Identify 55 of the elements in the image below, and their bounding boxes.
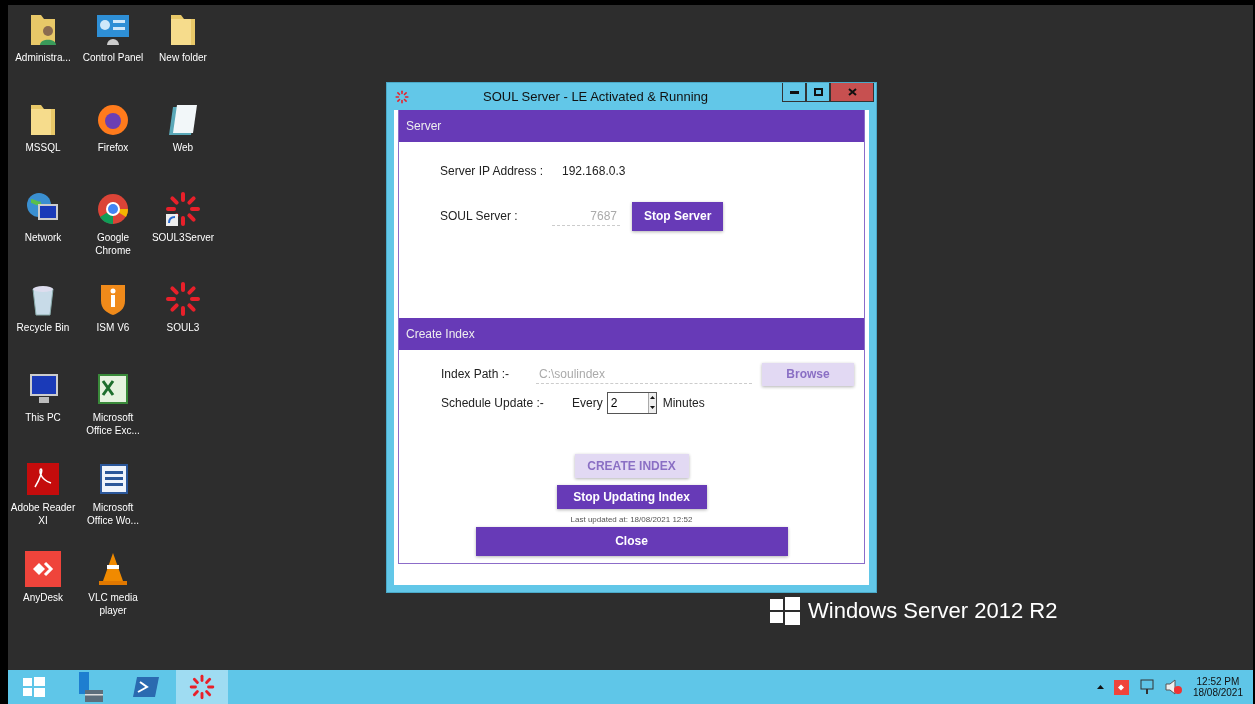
stop-server-button[interactable]: Stop Server	[632, 201, 724, 231]
maximize-button[interactable]	[806, 83, 830, 102]
desktop-icon-label[interactable]: AnyDesk	[9, 591, 77, 604]
down-caret-icon	[649, 406, 655, 410]
desktop-icon-label[interactable]: Adobe Reader XI	[9, 501, 77, 527]
window-title: SOUL Server - LE Activated & Running	[482, 89, 709, 104]
desktop-icon-label[interactable]: Network	[9, 231, 77, 244]
desktop-icon-label[interactable]: Firefox	[79, 141, 147, 154]
spin-down-button[interactable]	[648, 402, 656, 413]
desktop-icon-label[interactable]: ISM V6	[79, 321, 147, 334]
desktop-icon-label[interactable]: Microsoft Office Wo...	[79, 501, 147, 527]
windows-logo-icon	[770, 597, 800, 625]
ip-address-value: 192.168.0.3	[562, 163, 626, 178]
windows-logo-icon	[23, 677, 45, 697]
desktop-icon-label[interactable]: SOUL3Server	[149, 231, 217, 244]
close-icon	[847, 88, 857, 96]
field-label: Every	[572, 395, 603, 410]
section-header: Server	[399, 110, 864, 142]
terminal-prompt-icon	[133, 677, 159, 697]
maximize-icon	[813, 88, 823, 96]
unit-label: Minutes	[662, 395, 705, 410]
field-label: Schedule Update :-	[441, 395, 545, 410]
spinner-icon	[189, 674, 215, 700]
desktop-icon-label[interactable]: SOUL3	[149, 321, 217, 334]
close-window-button[interactable]	[830, 83, 874, 102]
desktop-icon-label[interactable]: Control Panel	[79, 51, 147, 64]
desktop-icon-label[interactable]: VLC media player	[79, 591, 147, 617]
spin-up-button[interactable]	[648, 392, 656, 403]
os-branding-text: Windows Server 2012 R2	[808, 598, 1058, 624]
desktop-icon-label[interactable]: New folder	[149, 51, 217, 64]
section-header: Create Index	[399, 318, 864, 350]
last-updated-text: Last updated at: 18/08/2021 12:52	[570, 514, 693, 524]
taskbar-button[interactable]	[176, 670, 228, 704]
diamond-tile-icon[interactable]	[1113, 679, 1129, 695]
field-label: SOUL Server :	[440, 209, 519, 223]
desktop-icon-label[interactable]: Google Chrome	[79, 231, 147, 257]
network-icon[interactable]	[1138, 679, 1155, 695]
clock[interactable]: 12:52 PM 18/08/2021	[1192, 676, 1243, 698]
stop-updating-index-button[interactable]: Stop Updating Index	[556, 484, 707, 509]
minimize-button[interactable]	[782, 83, 806, 102]
close-button[interactable]: Close	[475, 526, 788, 556]
spinner-icon	[395, 89, 409, 104]
desktop-icon-label[interactable]: MSSQL	[9, 141, 77, 154]
up-caret-icon[interactable]	[1096, 685, 1104, 689]
desktop-icon-label[interactable]: This PC	[9, 411, 77, 424]
muted-speaker-icon[interactable]	[1164, 679, 1183, 695]
interval-spinner[interactable]: 2	[606, 391, 657, 414]
desktop-icon-label[interactable]: Web	[149, 141, 217, 154]
field-label: Server IP Address :	[440, 163, 545, 178]
minimize-icon	[789, 90, 799, 94]
desktop-icon-label[interactable]: Administra...	[9, 51, 77, 64]
desktop-icon-label[interactable]: Microsoft Office Exc...	[79, 411, 147, 437]
desktop-icon-label[interactable]: Recycle Bin	[9, 321, 77, 334]
field-label: Index Path :-	[441, 367, 511, 382]
up-caret-icon	[649, 396, 655, 400]
